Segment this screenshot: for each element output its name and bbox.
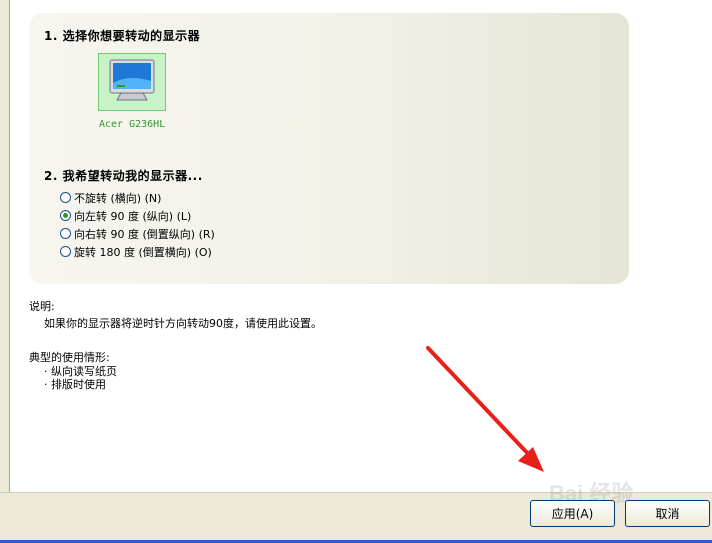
monitor-name: Acer G236HL xyxy=(99,119,166,130)
usage-item: · 纵向读写纸页 xyxy=(44,365,117,378)
radio-label: 不旋转 (横向) (N) xyxy=(74,191,162,205)
radio-button[interactable] xyxy=(60,246,71,257)
cancel-button[interactable]: 取消 xyxy=(625,500,710,527)
radio-option-rotate-right-90[interactable]: 向右转 90 度 (倒置纵向) (R) xyxy=(60,226,215,241)
radio-option-no-rotate[interactable]: 不旋转 (横向) (N) xyxy=(60,190,161,205)
radio-label: 旋转 180 度 (倒置横向) (O) xyxy=(74,245,212,259)
red-arrow-annotation xyxy=(426,346,544,472)
nvidia-rotate-display-window: 1. 选择你想要转动的显示器 Acer G236HL 2. 我希望转动我的显示器… xyxy=(0,0,712,543)
description-title: 说明: xyxy=(29,300,55,313)
monitor-tile[interactable] xyxy=(98,53,166,111)
usage-list: · 纵向读写纸页 · 排版时使用 xyxy=(44,365,117,391)
radio-button[interactable] xyxy=(60,192,71,203)
radio-option-rotate-180[interactable]: 旋转 180 度 (倒置横向) (O) xyxy=(60,244,212,259)
section-1-title: 1. 选择你想要转动的显示器 xyxy=(44,29,201,43)
usage-item: · 排版时使用 xyxy=(44,378,106,391)
radio-label: 向左转 90 度 (纵向) (L) xyxy=(74,209,192,223)
radio-option-rotate-left-90[interactable]: 向左转 90 度 (纵向) (L) xyxy=(60,208,191,223)
radio-label: 向右转 90 度 (倒置纵向) (R) xyxy=(74,227,215,241)
apply-button[interactable]: 应用(A) xyxy=(530,500,615,527)
radio-button[interactable] xyxy=(60,228,71,239)
monitor-icon xyxy=(109,59,155,101)
usage-title: 典型的使用情形: xyxy=(29,351,110,364)
left-border xyxy=(0,0,10,492)
section-2-title: 2. 我希望转动我的显示器... xyxy=(44,169,203,183)
radio-button-selected[interactable] xyxy=(60,210,71,221)
description-text: 如果你的显示器将逆时针方向转动90度，请使用此设置。 xyxy=(44,317,322,330)
